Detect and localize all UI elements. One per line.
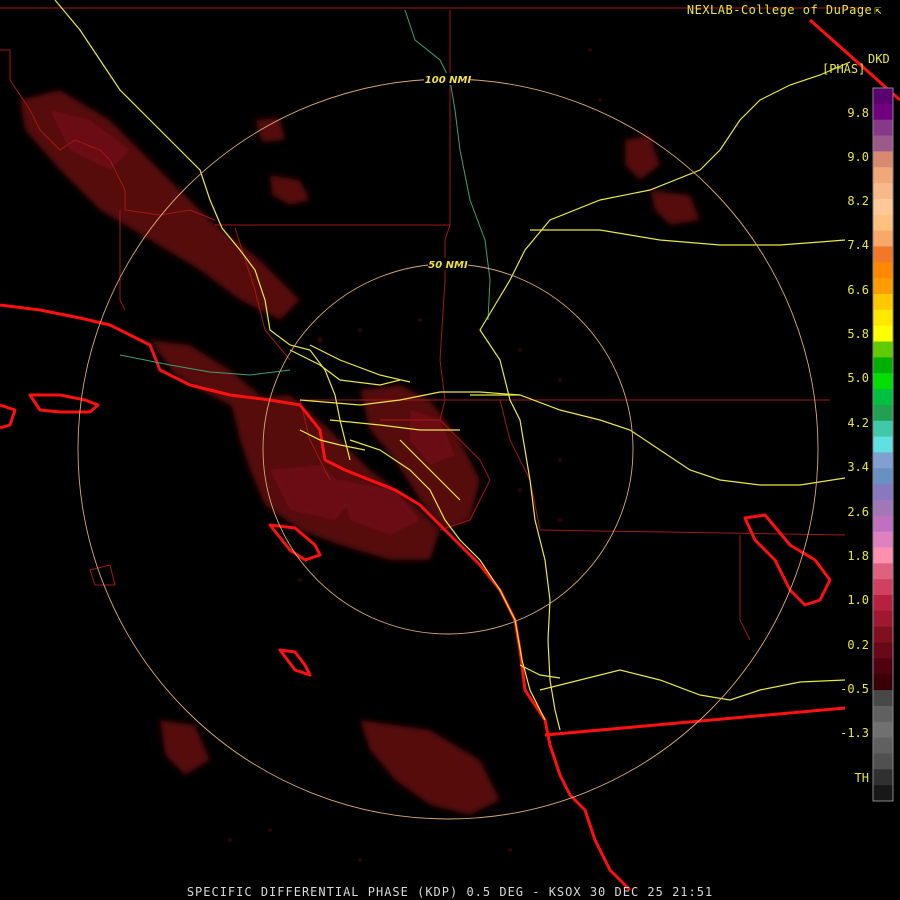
color-scale-swatch	[873, 769, 893, 786]
color-scale-swatch	[873, 230, 893, 248]
color-scale-swatch	[873, 404, 893, 422]
color-scale-swatch	[873, 293, 893, 311]
echo-southwest-patch	[160, 720, 210, 775]
radar-display: 100 NMI 50 NMI NEXLAB-College of DuPage ⇱…	[0, 0, 900, 900]
legend-tick: 1.0	[847, 593, 869, 607]
color-scale-swatch	[873, 642, 893, 659]
legend-product-code: DKD	[868, 52, 890, 66]
legend-tick: 1.8	[847, 549, 869, 563]
color-scale-swatch	[873, 246, 893, 263]
color-scale-swatch	[873, 721, 893, 739]
legend-tick: 3.4	[847, 460, 869, 474]
legend-tick: 5.8	[847, 327, 869, 341]
color-scale-swatch	[873, 373, 893, 390]
county-borders	[0, 7, 870, 641]
legend-tick: 9.0	[847, 150, 869, 164]
color-scale-swatch	[873, 753, 893, 770]
legend-tick: 9.8	[847, 106, 869, 120]
color-scale-swatch	[873, 135, 893, 152]
radar-echoes	[20, 48, 700, 862]
color-scale-swatch	[873, 785, 893, 802]
color-scale-swatch	[873, 262, 893, 279]
color-scale-swatch	[873, 357, 893, 374]
color-scale-swatch	[873, 626, 893, 644]
color-scale-swatch	[873, 468, 893, 485]
product-status-line: SPECIFIC DIFFERENTIAL PHASE (KDP) 0.5 DE…	[186, 885, 714, 899]
color-scale-swatch	[873, 563, 893, 580]
color-scale-swatch	[873, 325, 893, 343]
color-scale-swatch	[873, 420, 893, 438]
range-ring-50nmi-label: 50 NMI	[428, 260, 468, 271]
range-ring-100nmi-label: 100 NMI	[425, 75, 472, 86]
legend-tick: 4.2	[847, 416, 869, 430]
radar-map: 100 NMI 50 NMI	[0, 0, 900, 892]
color-scale-swatch	[873, 579, 893, 596]
legend-tick: TH	[854, 771, 869, 785]
color-scale-swatch	[873, 531, 893, 549]
color-scale-swatch	[873, 547, 893, 564]
color-scale-swatch	[873, 737, 893, 755]
color-scale-swatch	[873, 499, 893, 517]
color-scale-swatch	[873, 167, 893, 184]
legend-tick: -0.5	[840, 682, 869, 696]
legend-tick: 0.2	[847, 638, 869, 652]
legend-tick: 7.4	[847, 238, 869, 252]
color-scale-bar	[872, 87, 894, 802]
color-scale-swatch	[873, 595, 893, 612]
credit-text[interactable]: NEXLAB-College of DuPage ⇱	[687, 3, 882, 17]
color-scale-swatch	[873, 452, 893, 469]
color-scale-swatch	[873, 119, 893, 137]
color-scale-swatch	[873, 690, 893, 707]
color-scale-swatch	[873, 484, 893, 501]
color-scale-swatch	[873, 214, 893, 232]
color-scale-swatch	[873, 674, 893, 691]
color-scale-swatch	[873, 341, 893, 358]
color-scale-swatch	[873, 610, 893, 628]
color-scale-swatch	[873, 198, 893, 216]
color-scale-swatch	[873, 278, 893, 295]
color-scale-swatch	[873, 309, 893, 327]
external-link-icon: ⇱	[874, 3, 882, 17]
legend-tick: 6.6	[847, 283, 869, 297]
echo-northeast-patch	[625, 135, 700, 225]
color-scale-swatch	[873, 515, 893, 533]
legend-tick: 2.6	[847, 505, 869, 519]
color-scale-swatch	[873, 88, 893, 105]
legend-tick: 8.2	[847, 194, 869, 208]
color-scale-swatch	[873, 183, 893, 200]
echo-south-band	[360, 720, 500, 815]
legend-units: [PHAS]	[822, 62, 866, 76]
credit-label: NEXLAB-College of DuPage	[686, 3, 873, 17]
color-scale-swatch	[873, 103, 893, 121]
color-scale-swatch	[873, 436, 893, 454]
color-scale-swatch	[873, 151, 893, 168]
legend-tick: 5.0	[847, 371, 869, 385]
echo-north-patch	[255, 118, 310, 205]
color-scale-swatch	[873, 658, 893, 675]
color-scale-swatch	[873, 705, 893, 723]
legend-tick: -1.3	[840, 726, 869, 740]
color-scale-swatch	[873, 389, 893, 406]
